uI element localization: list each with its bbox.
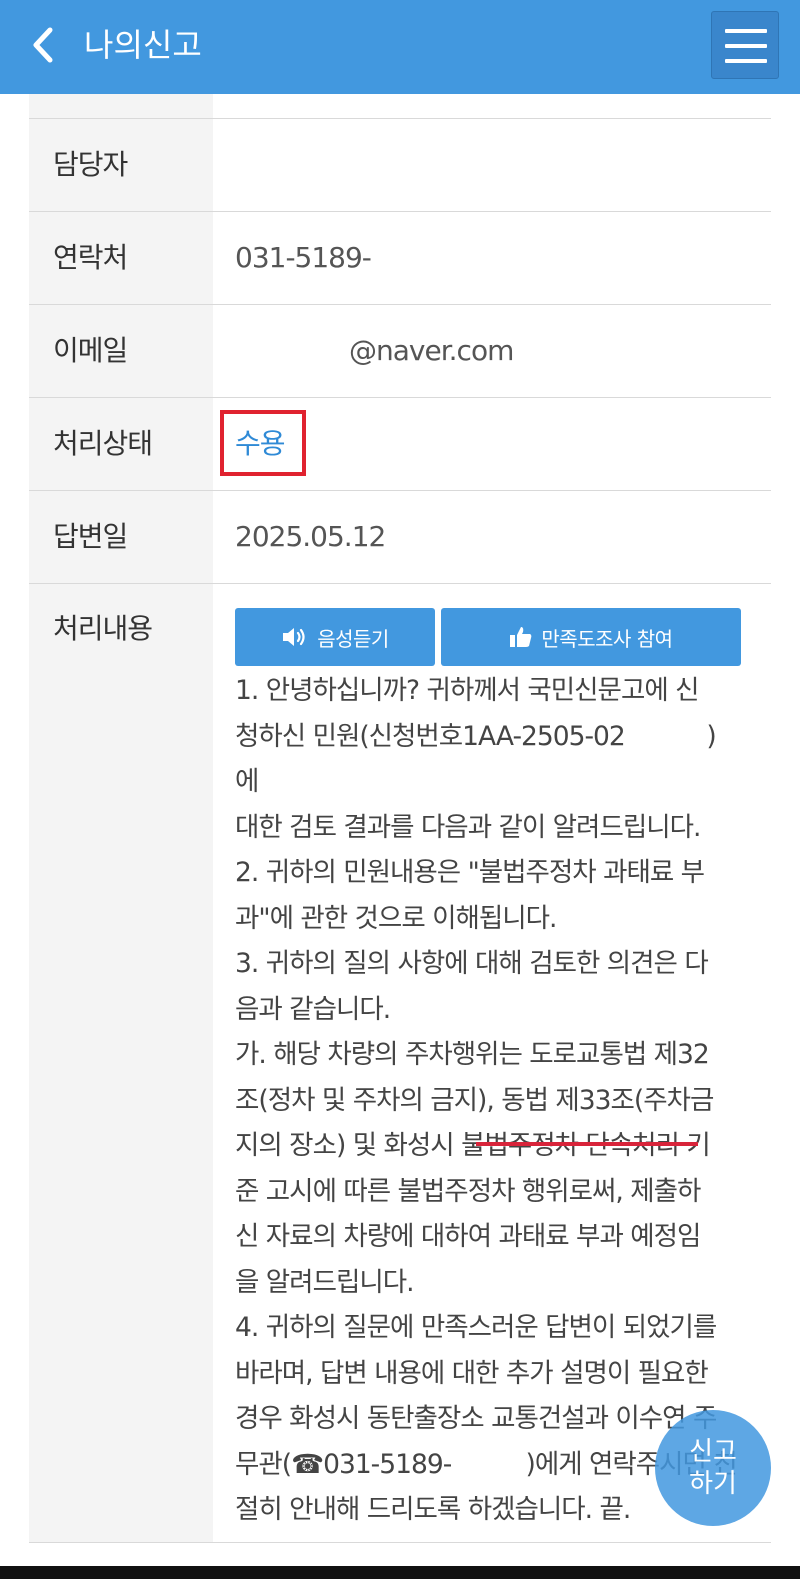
back-button[interactable] [26,20,60,70]
voice-listen-button[interactable]: 음성듣기 [235,608,435,666]
report-fab-button[interactable]: 신고 하기 [655,1410,771,1526]
table-row-status: 처리상태 수용 [29,398,771,491]
thumbs-up-icon [510,627,532,647]
answer-date-value: 2025.05.12 [235,520,386,553]
content-label: 처리내용 [29,584,213,1542]
answer-content-text: 1. 안녕하십니까? 귀하께서 국민신문고에 신 청하신 민원(신청번호1AA-… [235,675,738,1525]
menu-button[interactable] [711,11,779,79]
table-row-contact: 연락처 031-5189- [29,212,771,305]
hamburger-menu-icon [725,29,767,33]
manager-label: 담당자 [29,119,213,211]
highlight-underline [476,1142,698,1146]
page-title: 나의신고 [84,26,202,64]
status-label: 처리상태 [29,398,213,490]
system-bottom-bar [0,1566,800,1579]
status-highlight-box [220,410,306,476]
fab-label-line1: 신고 [689,1437,737,1467]
content-actions: 음성듣기 만족도조사 참여 [235,608,757,666]
table-row-manager: 담당자 [29,119,771,212]
answer-date-label: 답변일 [29,491,213,583]
email-value: @naver.com [349,334,514,367]
voice-listen-label: 음성듣기 [317,626,389,651]
satisfaction-survey-button[interactable]: 만족도조사 참여 [441,608,741,666]
table-row-email: 이메일 @naver.com [29,305,771,398]
email-label: 이메일 [29,305,213,397]
chevron-left-icon [33,27,53,63]
app-header: 나의신고 [0,0,800,94]
table-row-previous [29,94,771,119]
satisfaction-survey-label: 만족도조사 참여 [541,626,673,651]
contact-value: 031-5189- [235,241,372,274]
table-row-answer-date: 답변일 2025.05.12 [29,491,771,584]
table-row-content: 처리내용 음성듣기 만족도조사 참여 1. 안녕하십니까? 귀하께서 국민신문고… [29,584,771,1543]
speaker-icon [283,628,305,646]
fab-label-line2: 하기 [689,1469,737,1499]
report-detail-table: 담당자 연락처 031-5189- 이메일 @naver.com 처리상태 수용… [29,94,771,1543]
contact-label: 연락처 [29,212,213,304]
manager-value [213,119,771,211]
